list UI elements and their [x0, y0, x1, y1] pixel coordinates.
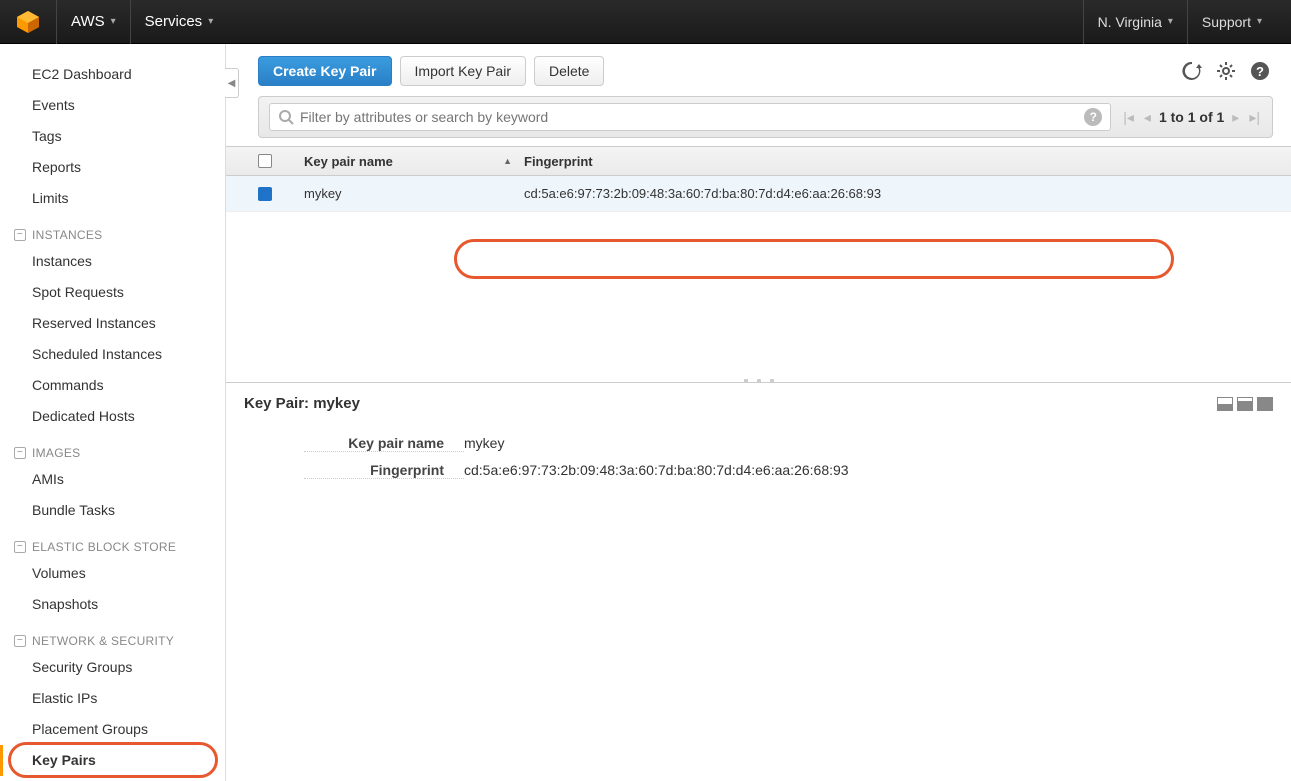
- sort-asc-icon: ▲: [503, 156, 512, 166]
- nav-support-label: Support: [1202, 14, 1251, 30]
- caret-down-icon: ▾: [111, 16, 116, 27]
- help-icon[interactable]: ?: [1247, 58, 1273, 84]
- nav-region-label: N. Virginia: [1098, 14, 1162, 30]
- search-bar: ? |◂ ◂ 1 to 1 of 1 ▸ ▸|: [258, 96, 1273, 138]
- page-first-icon[interactable]: |◂: [1121, 109, 1136, 126]
- collapse-icon[interactable]: −: [14, 447, 26, 459]
- page-text: 1 to 1 of 1: [1159, 109, 1224, 125]
- key-pair-table: Key pair name ▲ Fingerprint mykey cd:5a:…: [226, 146, 1291, 212]
- sidebar-group-instances: − Instances: [0, 214, 225, 246]
- search-input[interactable]: [300, 109, 1084, 125]
- table-row[interactable]: mykey cd:5a:e6:97:73:2b:09:48:3a:60:7d:b…: [226, 176, 1291, 212]
- detail-panel: Key Pair: mykey Key pair name mykey Fing…: [226, 382, 1291, 502]
- sidebar-item-reports[interactable]: Reports: [0, 152, 225, 183]
- aws-logo-icon: [15, 9, 41, 35]
- gear-icon[interactable]: [1213, 58, 1239, 84]
- create-key-pair-button[interactable]: Create Key Pair: [258, 56, 392, 86]
- collapse-icon[interactable]: −: [14, 541, 26, 553]
- sidebar-item-spot-requests[interactable]: Spot Requests: [0, 277, 225, 308]
- caret-down-icon: ▾: [208, 16, 213, 27]
- nav-home[interactable]: AWS ▾: [56, 0, 130, 44]
- search-input-wrap[interactable]: ?: [269, 103, 1111, 131]
- layout-split-bottom-icon[interactable]: [1217, 397, 1233, 411]
- refresh-icon[interactable]: [1179, 58, 1205, 84]
- sidebar-item-network-interfaces[interactable]: Network Interfaces: [0, 776, 225, 781]
- sidebar-collapse-toggle[interactable]: ◀: [225, 68, 239, 98]
- sidebar-group-images: − Images: [0, 432, 225, 464]
- page-prev-icon[interactable]: ◂: [1142, 109, 1153, 126]
- sidebar-item-dedicated-hosts[interactable]: Dedicated Hosts: [0, 401, 225, 432]
- annotation-highlight: [454, 239, 1174, 279]
- sidebar-item-amis[interactable]: AMIs: [0, 464, 225, 495]
- pagination: |◂ ◂ 1 to 1 of 1 ▸ ▸|: [1121, 109, 1262, 126]
- caret-down-icon: ▾: [1168, 16, 1173, 27]
- main-content: ◀ Create Key Pair Import Key Pair Delete…: [225, 44, 1291, 781]
- sidebar-item-instances[interactable]: Instances: [0, 246, 225, 277]
- sidebar-group-label: Images: [32, 446, 80, 460]
- caret-down-icon: ▾: [1257, 16, 1262, 27]
- select-all-checkbox[interactable]: [258, 154, 272, 168]
- detail-value-name: mykey: [464, 435, 1273, 452]
- top-nav: AWS ▾ Services ▾ N. Virginia ▾ Support ▾: [0, 0, 1291, 44]
- split-handle[interactable]: [744, 379, 774, 385]
- sidebar: EC2 Dashboard Events Tags Reports Limits…: [0, 44, 225, 781]
- detail-body: Key pair name mykey Fingerprint cd:5a:e6…: [226, 422, 1291, 502]
- detail-title-prefix: Key Pair:: [244, 395, 309, 412]
- detail-label-name: Key pair name: [304, 435, 464, 452]
- sidebar-item-events[interactable]: Events: [0, 90, 225, 121]
- search-icon: [278, 109, 294, 125]
- nav-services[interactable]: Services ▾: [130, 0, 228, 44]
- sidebar-item-limits[interactable]: Limits: [0, 183, 225, 214]
- cell-fingerprint: cd:5a:e6:97:73:2b:09:48:3a:60:7d:ba:80:7…: [524, 186, 881, 201]
- layout-split-half-icon[interactable]: [1237, 397, 1253, 411]
- nav-support[interactable]: Support ▾: [1187, 0, 1276, 44]
- detail-title-value: mykey: [313, 395, 360, 412]
- svg-text:?: ?: [1256, 64, 1264, 79]
- sidebar-item-ec2-dashboard[interactable]: EC2 Dashboard: [0, 59, 225, 90]
- sidebar-group-label: Network & Security: [32, 634, 174, 648]
- sidebar-group-network-security: − Network & Security: [0, 620, 225, 652]
- column-header-fingerprint[interactable]: Fingerprint: [524, 154, 593, 169]
- import-key-pair-button[interactable]: Import Key Pair: [400, 56, 526, 86]
- column-header-name[interactable]: Key pair name: [304, 154, 393, 169]
- detail-header: Key Pair: mykey: [226, 383, 1291, 422]
- layout-mode-icons: [1217, 397, 1273, 411]
- sidebar-item-reserved-instances[interactable]: Reserved Instances: [0, 308, 225, 339]
- sidebar-item-tags[interactable]: Tags: [0, 121, 225, 152]
- detail-label-fingerprint: Fingerprint: [304, 462, 464, 479]
- sidebar-group-label: Elastic Block Store: [32, 540, 176, 554]
- sidebar-item-commands[interactable]: Commands: [0, 370, 225, 401]
- sidebar-group-ebs: − Elastic Block Store: [0, 526, 225, 558]
- detail-value-fingerprint: cd:5a:e6:97:73:2b:09:48:3a:60:7d:ba:80:7…: [464, 462, 1273, 479]
- sidebar-item-scheduled-instances[interactable]: Scheduled Instances: [0, 339, 225, 370]
- search-help-icon[interactable]: ?: [1084, 108, 1102, 126]
- cell-key-name: mykey: [304, 186, 342, 201]
- sidebar-group-label: Instances: [32, 228, 103, 242]
- row-checkbox[interactable]: [258, 187, 272, 201]
- toolbar: Create Key Pair Import Key Pair Delete ?: [226, 44, 1291, 96]
- sidebar-item-security-groups[interactable]: Security Groups: [0, 652, 225, 683]
- page-next-icon[interactable]: ▸: [1230, 109, 1241, 126]
- sidebar-item-snapshots[interactable]: Snapshots: [0, 589, 225, 620]
- collapse-icon[interactable]: −: [14, 635, 26, 647]
- nav-services-label: Services: [145, 13, 203, 30]
- table-header: Key pair name ▲ Fingerprint: [226, 146, 1291, 176]
- sidebar-item-key-pairs[interactable]: Key Pairs: [0, 745, 225, 776]
- page-last-icon[interactable]: ▸|: [1247, 109, 1262, 126]
- sidebar-item-elastic-ips[interactable]: Elastic IPs: [0, 683, 225, 714]
- sidebar-item-volumes[interactable]: Volumes: [0, 558, 225, 589]
- layout-full-icon[interactable]: [1257, 397, 1273, 411]
- sidebar-item-bundle-tasks[interactable]: Bundle Tasks: [0, 495, 225, 526]
- nav-region[interactable]: N. Virginia ▾: [1083, 0, 1187, 44]
- nav-home-label: AWS: [71, 13, 105, 30]
- delete-button[interactable]: Delete: [534, 56, 604, 86]
- collapse-icon[interactable]: −: [14, 229, 26, 241]
- sidebar-item-placement-groups[interactable]: Placement Groups: [0, 714, 225, 745]
